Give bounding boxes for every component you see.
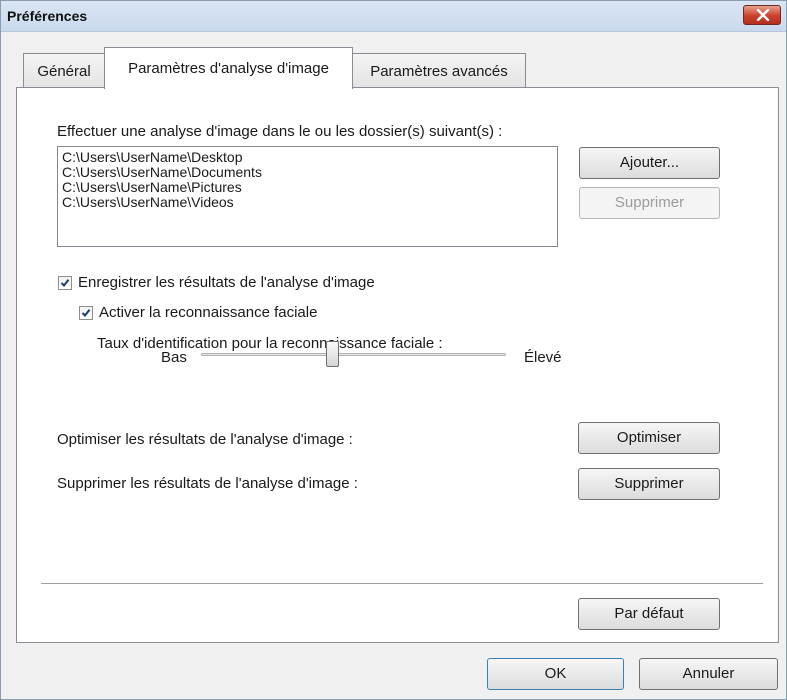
tab-image-analysis-label: Paramètres d'analyse d'image <box>128 60 329 77</box>
tab-advanced-label: Paramètres avancés <box>370 63 508 80</box>
optimize-label: Optimiser les résultats de l'analyse d'i… <box>57 431 353 448</box>
face-recognition-label: Activer la reconnaissance faciale <box>99 304 318 321</box>
slider-high-label: Élevé <box>524 349 562 366</box>
cancel-button[interactable]: Annuler <box>639 658 778 690</box>
face-rate-slider-thumb[interactable] <box>326 341 339 367</box>
separator <box>41 583 763 585</box>
tab-advanced-settings[interactable]: Paramètres avancés <box>352 53 526 87</box>
delete-results-label: Supprimer les résultats de l'analyse d'i… <box>57 475 358 492</box>
add-folder-button[interactable]: Ajouter... <box>579 147 720 179</box>
preferences-dialog: Préférences Général Paramètres d'analyse… <box>0 0 787 700</box>
tab-general[interactable]: Général <box>23 53 105 87</box>
face-rate-slider-track[interactable] <box>201 353 506 356</box>
close-button[interactable] <box>743 5 781 25</box>
checkmark-icon <box>81 309 91 318</box>
tab-general-label: Général <box>37 63 91 80</box>
folders-label: Effectuer une analyse d'image dans le ou… <box>57 123 503 140</box>
delete-results-button[interactable]: Supprimer <box>578 468 720 500</box>
list-item[interactable]: C:\Users\UserName\Pictures <box>58 180 557 195</box>
tab-image-analysis-settings[interactable]: Paramètres d'analyse d'image <box>104 47 353 89</box>
save-results-checkbox[interactable] <box>58 276 72 290</box>
list-item[interactable]: C:\Users\UserName\Videos <box>58 195 557 210</box>
slider-low-label: Bas <box>161 349 187 366</box>
list-item[interactable]: C:\Users\UserName\Desktop <box>58 150 557 165</box>
optimize-button[interactable]: Optimiser <box>578 422 720 454</box>
save-results-label: Enregistrer les résultats de l'analyse d… <box>78 274 375 291</box>
remove-folder-button[interactable]: Supprimer <box>579 187 720 219</box>
close-icon <box>756 9 770 21</box>
list-item[interactable]: C:\Users\UserName\Documents <box>58 165 557 180</box>
title-bar: Préférences <box>1 1 786 32</box>
defaults-button[interactable]: Par défaut <box>578 598 720 630</box>
face-rate-label: Taux d'identification pour la reconnaiss… <box>97 335 443 352</box>
window-title: Préférences <box>7 8 88 24</box>
face-recognition-checkbox[interactable] <box>79 306 93 320</box>
folders-listbox[interactable]: C:\Users\UserName\Desktop C:\Users\UserN… <box>57 146 558 247</box>
checkmark-icon <box>60 279 70 288</box>
ok-button[interactable]: OK <box>487 658 624 690</box>
